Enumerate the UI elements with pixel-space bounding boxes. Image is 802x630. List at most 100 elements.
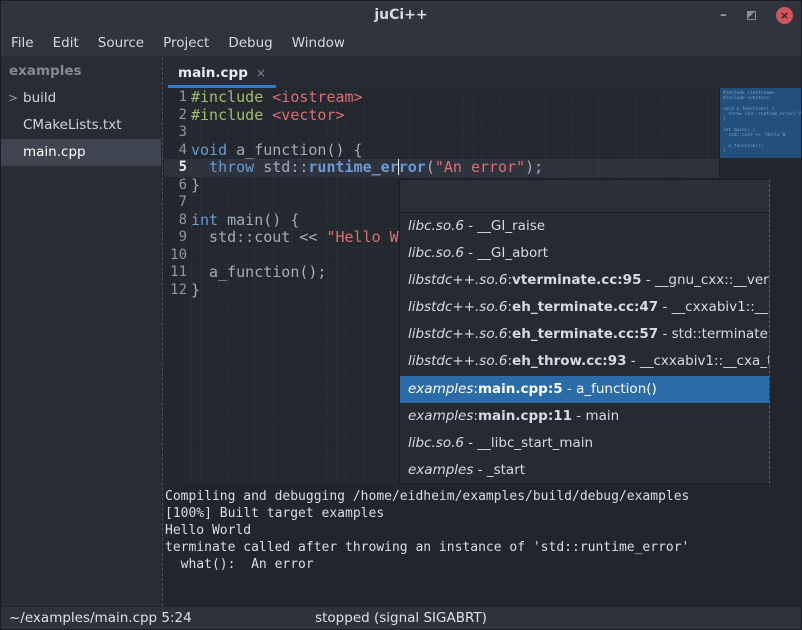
terminal-line: Compiling and debugging /home/eidheim/ex… (164, 488, 801, 505)
code-segment: ); (525, 158, 543, 176)
backtrace-header[interactable] (400, 180, 769, 213)
code-segment: "An error" (435, 158, 525, 176)
line-number: 7 (179, 194, 187, 212)
statusbar: ~/examples/main.cpp 5:24 stopped (signal… (1, 606, 801, 629)
tree-item-main-cpp[interactable]: main.cpp (1, 139, 161, 166)
backtrace-segment: vterminate.cc:95 (512, 272, 641, 288)
terminal-line: terminate called after throwing an insta… (164, 539, 801, 556)
code-segment: #include (191, 88, 272, 106)
backtrace-segment: - __GI_abort (464, 245, 548, 261)
minimap-line: } (723, 149, 801, 154)
backtrace-segment: libstdc++.so.6 (408, 272, 507, 288)
debug-status: stopped (signal SIGABRT) (1, 607, 801, 629)
titlebar[interactable]: juCi++ – × (1, 1, 801, 29)
backtrace-segment: - a_function() (563, 381, 657, 397)
line-number: 1 (179, 89, 187, 107)
line-number: 2 (179, 107, 187, 125)
line-number: 5 (179, 159, 187, 177)
backtrace-item[interactable]: examples:main.cpp:5 - a_function() (400, 376, 769, 403)
backtrace-item[interactable]: libc.so.6 - __GI_raise (400, 213, 769, 240)
tab-close-icon[interactable]: × (256, 66, 266, 80)
backtrace-item[interactable]: libstdc++.so.6:eh_terminate.cc:47 - __cx… (400, 294, 769, 321)
backtrace-item[interactable]: libc.so.6 - __GI_abort (400, 240, 769, 267)
backtrace-segment: main.cpp:5 (478, 381, 563, 397)
tab-main-cpp[interactable]: main.cpp × (168, 57, 276, 88)
backtrace-segment: eh_terminate.cc:57 (512, 326, 658, 342)
editor-pane: main.cpp × 123456789101112 #include <ios… (164, 57, 801, 606)
code-segment: ( (426, 158, 435, 176)
juci-window: juCi++ – × File Edit Source Project Debug Win… (0, 0, 802, 630)
project-folder-header: examples (1, 57, 161, 85)
terminal-line: Hello World (164, 522, 801, 539)
code-segment: void (191, 141, 227, 159)
backtrace-segment: - __cxxabiv1::__cxa_thro (627, 353, 770, 369)
backtrace-item[interactable]: examples:main.cpp:11 - main (400, 403, 769, 430)
window-controls: – × (720, 1, 793, 29)
backtrace-item[interactable]: libstdc++.so.6:eh_throw.cc:93 - __cxxabi… (400, 348, 769, 375)
code-segment: #include (191, 106, 272, 124)
tree-item-label: main.cpp (23, 139, 86, 166)
code-segment: <iostream> (272, 88, 362, 106)
line-number-gutter: 123456789101112 (164, 89, 191, 484)
menu-debug[interactable]: Debug (228, 35, 272, 51)
menu-file[interactable]: File (11, 35, 34, 51)
backtrace-segment: - __GI_raise (464, 218, 545, 234)
line-number: 9 (179, 229, 187, 247)
code-line[interactable]: void a_function() { (191, 142, 719, 160)
line-number: 6 (179, 177, 187, 195)
backtrace-popup: libc.so.6 - __GI_raiselibc.so.6 - __GI_a… (399, 179, 770, 484)
line-number: 4 (179, 142, 187, 160)
backtrace-segment: eh_throw.cc:93 (512, 353, 626, 369)
menu-edit[interactable]: Edit (53, 35, 79, 51)
backtrace-segment: - __cxxabiv1::__term (658, 299, 769, 315)
backtrace-item[interactable]: libstdc++.so.6:eh_terminate.cc:57 - std:… (400, 321, 769, 348)
backtrace-segment: libc.so.6 (408, 435, 464, 451)
backtrace-segment: libstdc++.so.6 (408, 299, 507, 315)
line-number: 12 (170, 282, 187, 300)
tree-item-label: CMakeLists.txt (23, 112, 122, 139)
code-editor[interactable]: 123456789101112 #include <iostream>#incl… (164, 88, 801, 484)
backtrace-segment: libc.so.6 (408, 245, 464, 261)
code-segment: throw (209, 158, 254, 176)
backtrace-item[interactable]: examples - _start (400, 457, 769, 484)
line-number: 10 (170, 247, 187, 265)
backtrace-item[interactable]: libc.so.6 - __libc_start_main (400, 430, 769, 457)
backtrace-segment: - __gnu_cxx::__verbos (641, 272, 769, 288)
minimap-viewport[interactable]: #include <iostream>#include <vector>void… (720, 88, 801, 158)
chevron-right-icon[interactable]: > (8, 85, 18, 112)
backtrace-segment: - main (572, 408, 619, 424)
code-line[interactable]: throw std::runtime_error("An error"); (191, 159, 719, 177)
backtrace-segment: examples (408, 381, 473, 397)
tab-label: main.cpp (178, 65, 248, 81)
code-segment: std:: (254, 158, 308, 176)
code-line[interactable] (191, 124, 719, 142)
minimize-button[interactable]: – (720, 1, 727, 29)
tree-item-build[interactable]: >build (1, 85, 161, 112)
menu-source[interactable]: Source (98, 35, 144, 51)
backtrace-segment: libstdc++.so.6 (408, 353, 507, 369)
backtrace-segment: - __libc_start_main (464, 435, 593, 451)
code-line[interactable]: #include <vector> (191, 107, 719, 125)
tree-item-cmakelists-txt[interactable]: CMakeLists.txt (1, 112, 161, 139)
menu-window[interactable]: Window (292, 35, 345, 51)
backtrace-item[interactable]: libstdc++.so.6:vterminate.cc:95 - __gnu_… (400, 267, 769, 294)
code-segment: runtime_er (308, 158, 398, 176)
terminal-line: [100%] Built target examples (164, 505, 801, 522)
close-button[interactable]: × (776, 7, 793, 24)
minimap-line: throw std::runtime_error("An error"); (723, 112, 801, 117)
file-browser-sidebar: examples >buildCMakeLists.txtmain.cpp (1, 57, 161, 606)
code-segment: <vector> (272, 106, 344, 124)
terminal-panel[interactable]: Compiling and debugging /home/eidheim/ex… (164, 484, 801, 606)
code-segment: ror (399, 158, 426, 176)
restore-button[interactable] (747, 11, 756, 20)
backtrace-segment: main.cpp:11 (478, 408, 572, 424)
code-segment: a_function(); (191, 263, 326, 281)
menu-project[interactable]: Project (163, 35, 209, 51)
line-number: 11 (170, 264, 187, 282)
editor-tabbar: main.cpp × (164, 57, 801, 88)
code-segment: int (191, 211, 218, 229)
code-segment: } (191, 176, 200, 194)
backtrace-segment: libc.so.6 (408, 218, 464, 234)
code-segment: a_function() { (227, 141, 362, 159)
code-line[interactable]: #include <iostream> (191, 89, 719, 107)
